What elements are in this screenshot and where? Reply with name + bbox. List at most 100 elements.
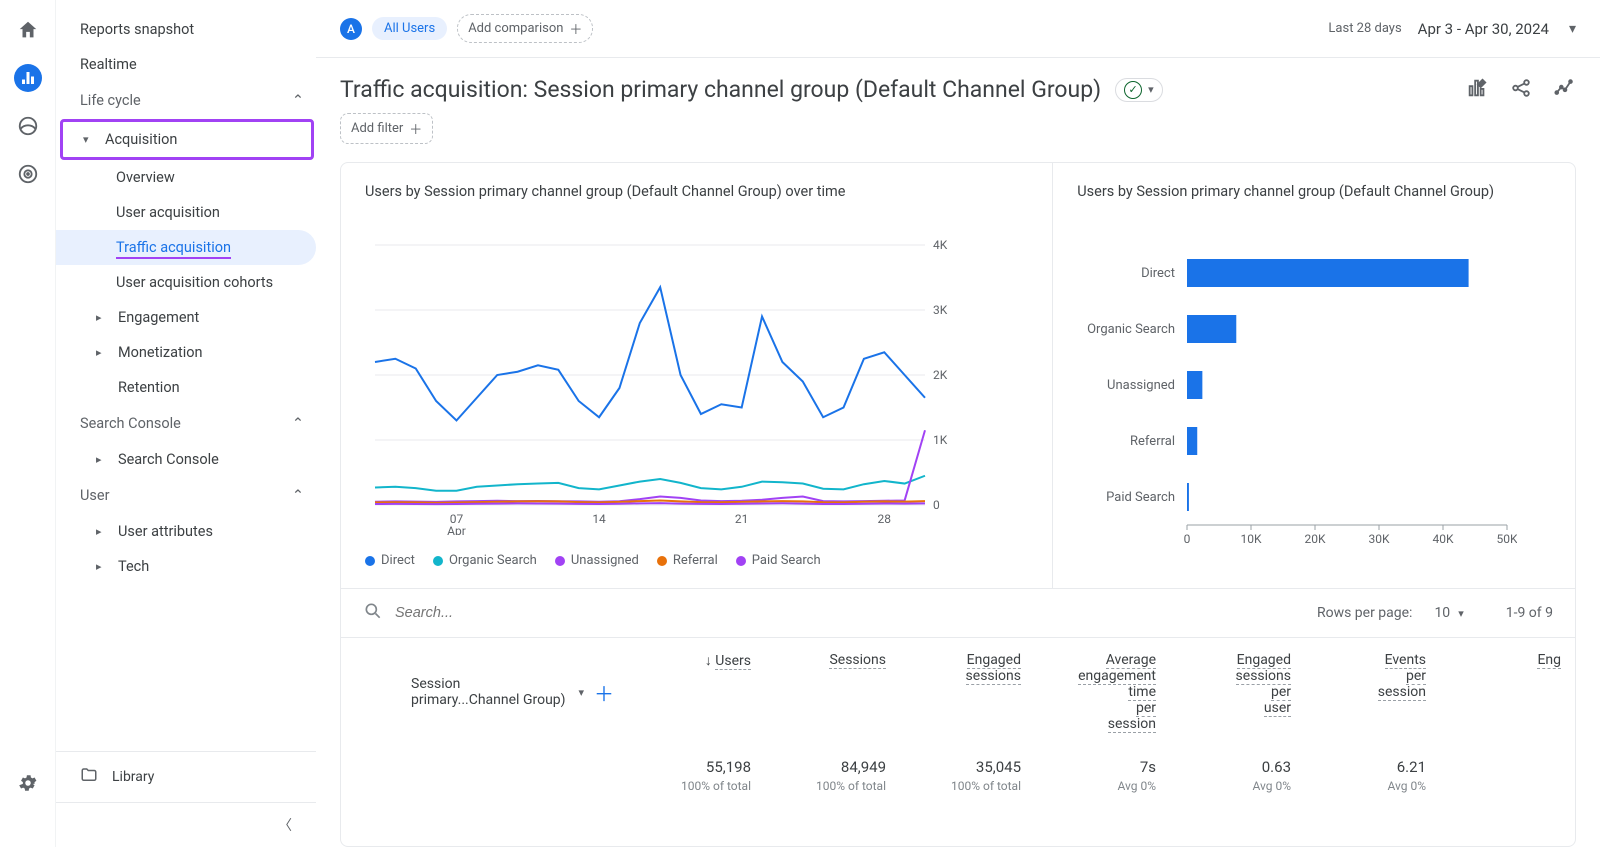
customize-report-icon[interactable] xyxy=(1466,77,1488,103)
sidebar-item-realtime[interactable]: Realtime xyxy=(56,47,316,82)
dropdown-icon[interactable]: ▾ xyxy=(578,686,584,699)
legend-item[interactable]: Paid Search xyxy=(736,553,821,568)
insights-icon[interactable] xyxy=(1554,77,1576,103)
page-header: Traffic acquisition: Session primary cha… xyxy=(316,58,1600,113)
collapse-sidebar-button[interactable]: 〈 xyxy=(56,802,316,847)
data-quality-chip[interactable]: ✓ ▾ xyxy=(1115,78,1163,102)
advertising-icon[interactable] xyxy=(14,160,42,188)
sidebar-item-monetization[interactable]: ▸Monetization xyxy=(56,335,316,370)
add-dimension-button[interactable]: ＋ xyxy=(594,678,614,707)
svg-text:Organic Search: Organic Search xyxy=(1087,322,1175,337)
metric-total-cell: 35,045100% of total xyxy=(900,756,1035,795)
caret-right-icon: ▸ xyxy=(96,453,112,466)
sidebar-item-overview[interactable]: Overview xyxy=(56,160,316,195)
caret-right-icon: ▸ xyxy=(96,525,112,538)
svg-text:Unassigned: Unassigned xyxy=(1107,378,1175,393)
date-range-value[interactable]: Apr 3 - Apr 30, 2024 xyxy=(1418,20,1549,38)
line-chart[interactable]: 4K3K2K1K007142128Apr xyxy=(365,235,965,535)
sidebar-section-searchconsole[interactable]: Search Console ⌃ xyxy=(56,405,316,442)
sidebar-item-library[interactable]: Library xyxy=(56,751,316,802)
reports-sidebar: Reports snapshot Realtime Life cycle ⌃ ▾… xyxy=(56,0,316,847)
legend-item[interactable]: Organic Search xyxy=(433,553,537,568)
line-chart-legend: Direct Organic Search Unassigned Referral Pa… xyxy=(365,553,1028,568)
settings-icon[interactable] xyxy=(14,769,42,797)
legend-dot xyxy=(365,556,375,566)
home-icon[interactable] xyxy=(14,16,42,44)
nav-rail xyxy=(0,0,56,847)
metric-header[interactable]: Engagedsessionsperuser xyxy=(1170,648,1305,736)
rows-per-page-label: Rows per page: xyxy=(1317,605,1412,621)
sidebar-item-user-acquisition-cohorts[interactable]: User acquisition cohorts xyxy=(56,265,316,300)
page-title: Traffic acquisition: Session primary cha… xyxy=(340,76,1101,103)
segment-badge: A xyxy=(340,18,362,40)
legend-item[interactable]: Unassigned xyxy=(555,553,639,568)
pagination-range: 1-9 of 9 xyxy=(1506,605,1553,621)
sidebar-item-user-acquisition[interactable]: User acquisition xyxy=(56,195,316,230)
report-card: Users by Session primary channel group (… xyxy=(340,162,1576,847)
folder-icon xyxy=(80,766,98,788)
sidebar-label: User acquisition cohorts xyxy=(116,274,273,291)
share-icon[interactable] xyxy=(1510,77,1532,103)
sidebar-item-acquisition[interactable]: ▾ Acquisition xyxy=(63,122,311,157)
chart-title: Users by Session primary channel group (… xyxy=(1077,183,1551,221)
sidebar-item-engagement[interactable]: ▸ Engagement xyxy=(56,300,316,335)
legend-dot xyxy=(657,556,667,566)
chevron-up-icon: ⌃ xyxy=(292,92,304,109)
add-filter-button[interactable]: Add filter ＋ xyxy=(340,113,433,144)
legend-item[interactable]: Direct xyxy=(365,553,415,568)
metric-total-cell xyxy=(1440,756,1575,795)
metric-header[interactable]: Averageengagementtimepersession xyxy=(1035,648,1170,736)
caret-down-icon: ▾ xyxy=(83,133,99,146)
sidebar-label: Engagement xyxy=(118,309,199,326)
search-icon xyxy=(363,601,383,625)
svg-text:0: 0 xyxy=(933,498,940,512)
metric-header[interactable]: Eventspersession xyxy=(1305,648,1440,736)
sidebar-item-reports-snapshot[interactable]: Reports snapshot xyxy=(56,12,316,47)
sidebar-label: Realtime xyxy=(80,56,137,73)
chevron-up-icon: ⌃ xyxy=(292,415,304,432)
sidebar-item-searchconsole[interactable]: ▸Search Console xyxy=(56,442,316,477)
dimension-header[interactable]: Session primary...Channel Group) ▾ ＋ xyxy=(341,648,630,736)
sidebar-label: Reports snapshot xyxy=(80,21,194,38)
metric-header[interactable]: ↓ Users xyxy=(630,648,765,736)
dropdown-icon[interactable]: ▾ xyxy=(1458,607,1464,620)
chart-title: Users by Session primary channel group (… xyxy=(365,183,1028,221)
section-label: Search Console xyxy=(80,415,181,432)
sidebar-label: Tech xyxy=(118,558,149,575)
metric-total-cell: 84,949100% of total xyxy=(765,756,900,795)
svg-text:3K: 3K xyxy=(933,303,948,317)
rows-per-page-value[interactable]: 10 xyxy=(1434,605,1450,621)
sidebar-section-lifecycle[interactable]: Life cycle ⌃ xyxy=(56,82,316,119)
explore-icon[interactable] xyxy=(14,112,42,140)
svg-text:Apr: Apr xyxy=(447,524,466,535)
sidebar-label: Library xyxy=(112,769,154,785)
metric-total-cell: 6.21Avg 0% xyxy=(1305,756,1440,795)
metric-header[interactable]: Sessions xyxy=(765,648,900,736)
reports-icon[interactable] xyxy=(14,64,42,92)
sidebar-item-tech[interactable]: ▸Tech xyxy=(56,549,316,584)
section-label: User xyxy=(80,487,110,504)
sidebar-item-traffic-acquisition[interactable]: Traffic acquisition xyxy=(56,230,316,265)
svg-text:10K: 10K xyxy=(1241,532,1262,546)
metric-header[interactable]: Eng xyxy=(1440,648,1575,736)
sidebar-label: User acquisition xyxy=(116,204,220,221)
svg-text:0: 0 xyxy=(1184,532,1191,546)
search-input[interactable] xyxy=(395,605,1305,621)
sidebar-item-user-attributes[interactable]: ▸User attributes xyxy=(56,514,316,549)
chevron-left-icon: 〈 xyxy=(278,815,292,835)
bar-chart[interactable]: DirectOrganic SearchUnassignedReferralPa… xyxy=(1077,235,1517,555)
plus-icon: ＋ xyxy=(569,19,582,38)
segment-all-users[interactable]: All Users xyxy=(372,17,447,40)
add-comparison-button[interactable]: Add comparison ＋ xyxy=(457,14,593,43)
label: Session primary...Channel Group) xyxy=(411,676,568,708)
sidebar-section-user[interactable]: User ⌃ xyxy=(56,477,316,514)
label: Add filter xyxy=(351,121,403,136)
legend-item[interactable]: Referral xyxy=(657,553,718,568)
caret-right-icon: ▸ xyxy=(96,311,112,324)
metric-header[interactable]: Engagedsessions xyxy=(900,648,1035,736)
sidebar-label: Acquisition xyxy=(105,131,177,148)
sidebar-item-retention[interactable]: Retention xyxy=(56,370,316,405)
dropdown-icon[interactable]: ▾ xyxy=(1569,21,1576,37)
svg-text:1K: 1K xyxy=(933,433,948,447)
svg-text:21: 21 xyxy=(735,512,749,526)
